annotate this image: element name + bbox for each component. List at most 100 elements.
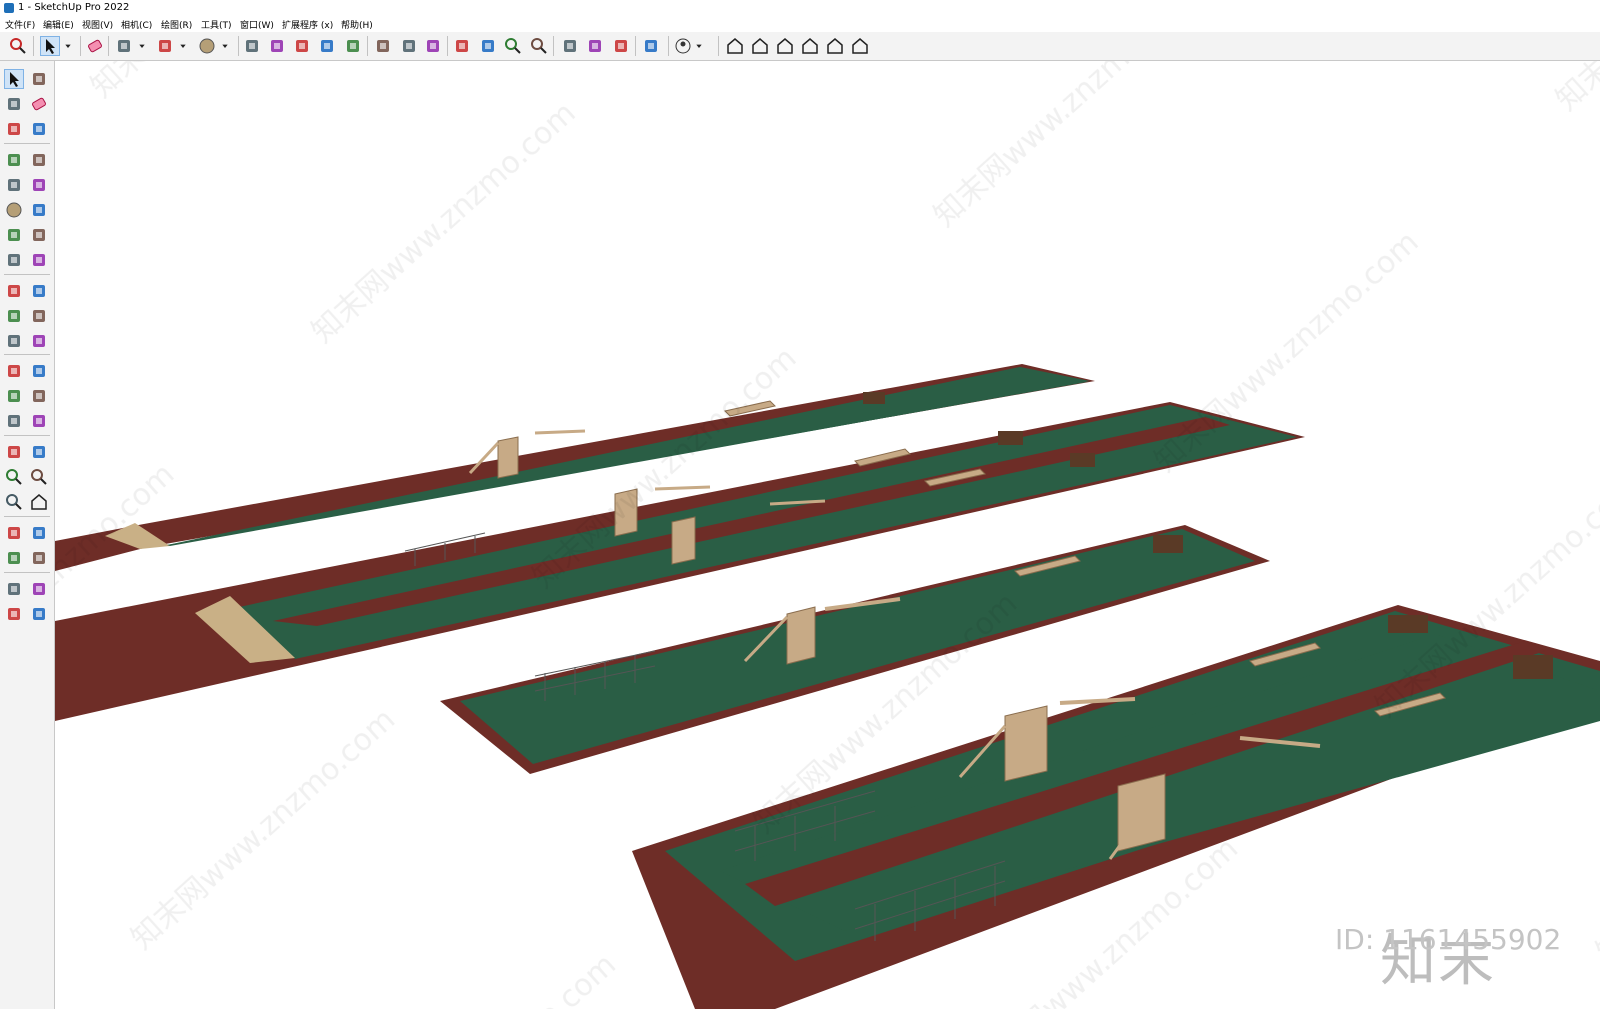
move-icon[interactable] (4, 281, 24, 301)
toolbar-separator (33, 36, 34, 56)
tape-measure-icon[interactable] (373, 36, 393, 56)
three-point-arc-icon[interactable] (4, 250, 24, 270)
zoom-extents-icon[interactable] (529, 36, 549, 56)
layers-icon[interactable] (611, 36, 631, 56)
line-icon[interactable] (4, 150, 24, 170)
left-view-icon[interactable] (850, 36, 870, 56)
text-icon[interactable] (29, 386, 49, 406)
tape-measure-icon[interactable] (4, 361, 24, 381)
menu-bar: 文件(F) 编辑(E) 视图(V) 相机(C) 绘图(R) 工具(T) 窗口(W… (0, 16, 1600, 32)
toolbar-separator (447, 36, 448, 56)
dimension-icon[interactable] (29, 361, 49, 381)
eraser-icon[interactable] (29, 94, 49, 114)
previous-view-icon[interactable] (29, 492, 49, 512)
paint-bucket-icon[interactable] (423, 36, 443, 56)
sandbox-icon[interactable] (29, 579, 49, 599)
paint-bucket-icon[interactable] (4, 94, 24, 114)
window-title: 1 - SketchUp Pro 2022 (18, 2, 130, 13)
zoom-icon[interactable] (4, 467, 24, 487)
dropdown-icon[interactable] (136, 36, 148, 56)
home-view-icon[interactable] (775, 36, 795, 56)
rotate-icon[interactable] (4, 306, 24, 326)
extension-icon[interactable] (641, 36, 661, 56)
walk-icon[interactable] (4, 548, 24, 568)
pan-icon[interactable] (29, 442, 49, 462)
menu-edit[interactable]: 编辑(E) (43, 18, 74, 31)
scale-icon[interactable] (4, 331, 24, 351)
user-icon[interactable] (673, 36, 693, 56)
push-pull-icon[interactable] (29, 281, 49, 301)
model-viewport[interactable]: 知末网www.znzmo.com (55, 61, 1600, 1009)
warehouse-icon[interactable] (560, 36, 580, 56)
offset-icon[interactable] (29, 331, 49, 351)
component-icon[interactable] (4, 119, 24, 139)
toolbar-separator (4, 572, 50, 573)
polygon-icon[interactable] (29, 200, 49, 220)
toolbar-separator (4, 435, 50, 436)
iso-view-icon[interactable] (725, 36, 745, 56)
pan-icon[interactable] (478, 36, 498, 56)
orbit-icon[interactable] (4, 442, 24, 462)
toolbar-separator (635, 36, 636, 56)
extension-icon[interactable] (29, 604, 49, 624)
look-around-icon[interactable] (29, 523, 49, 543)
rectangle-icon[interactable] (4, 175, 24, 195)
menu-tools[interactable]: 工具(T) (201, 18, 232, 31)
orbit-small-icon[interactable] (29, 69, 49, 89)
tag-icon[interactable] (29, 119, 49, 139)
freehand-icon[interactable] (29, 150, 49, 170)
scale-icon[interactable] (343, 36, 363, 56)
toolbar-separator (4, 354, 50, 355)
section-plane-icon[interactable] (29, 548, 49, 568)
dropdown-icon[interactable] (693, 36, 705, 56)
back-view-icon[interactable] (825, 36, 845, 56)
toolbar-separator (80, 36, 81, 56)
menu-draw[interactable]: 绘图(R) (161, 18, 192, 31)
layers-icon[interactable] (4, 604, 24, 624)
zoom-window-icon[interactable] (29, 467, 49, 487)
follow-me-icon[interactable] (267, 36, 287, 56)
model-scene[interactable]: 知末网www.znzmo.com (55, 61, 1600, 1009)
menu-help[interactable]: 帮助(H) (341, 18, 373, 31)
sandbox-icon[interactable] (585, 36, 605, 56)
dropdown-icon[interactable] (177, 36, 189, 56)
menu-camera[interactable]: 相机(C) (121, 18, 152, 31)
circle-icon[interactable] (197, 36, 217, 56)
toolbar-separator (4, 143, 50, 144)
select-icon[interactable] (4, 69, 24, 89)
two-point-arc-icon[interactable] (29, 225, 49, 245)
menu-file[interactable]: 文件(F) (5, 18, 35, 31)
text-icon[interactable] (399, 36, 419, 56)
toolbar-separator (668, 36, 669, 56)
zoom-extents-icon[interactable] (4, 492, 24, 512)
right-view-icon[interactable] (800, 36, 820, 56)
3d-text-icon[interactable] (29, 411, 49, 431)
menu-window[interactable]: 窗口(W) (240, 18, 274, 31)
follow-me-icon[interactable] (29, 306, 49, 326)
rotate-icon[interactable] (317, 36, 337, 56)
circle-icon[interactable] (4, 200, 24, 220)
arc-icon[interactable] (155, 36, 175, 56)
orbit-icon[interactable] (452, 36, 472, 56)
push-pull-icon[interactable] (242, 36, 262, 56)
dropdown-icon[interactable] (219, 36, 231, 56)
axes-icon[interactable] (4, 411, 24, 431)
dropdown-icon[interactable] (62, 36, 74, 56)
arc-icon[interactable] (4, 225, 24, 245)
position-camera-icon[interactable] (4, 523, 24, 543)
warehouse-icon[interactable] (4, 579, 24, 599)
search-icon[interactable] (8, 36, 28, 56)
pencil-icon[interactable] (114, 36, 134, 56)
main-toolbar (0, 32, 1600, 61)
zoom-icon[interactable] (503, 36, 523, 56)
protractor-icon[interactable] (4, 386, 24, 406)
toolbar-separator (553, 36, 554, 56)
rotated-rectangle-icon[interactable] (29, 175, 49, 195)
pie-icon[interactable] (29, 250, 49, 270)
menu-extensions[interactable]: 扩展程序 (x) (282, 18, 333, 31)
front-view-icon[interactable] (750, 36, 770, 56)
move-icon[interactable] (292, 36, 312, 56)
select-icon[interactable] (40, 36, 60, 56)
eraser-icon[interactable] (85, 36, 105, 56)
menu-view[interactable]: 视图(V) (82, 18, 113, 31)
